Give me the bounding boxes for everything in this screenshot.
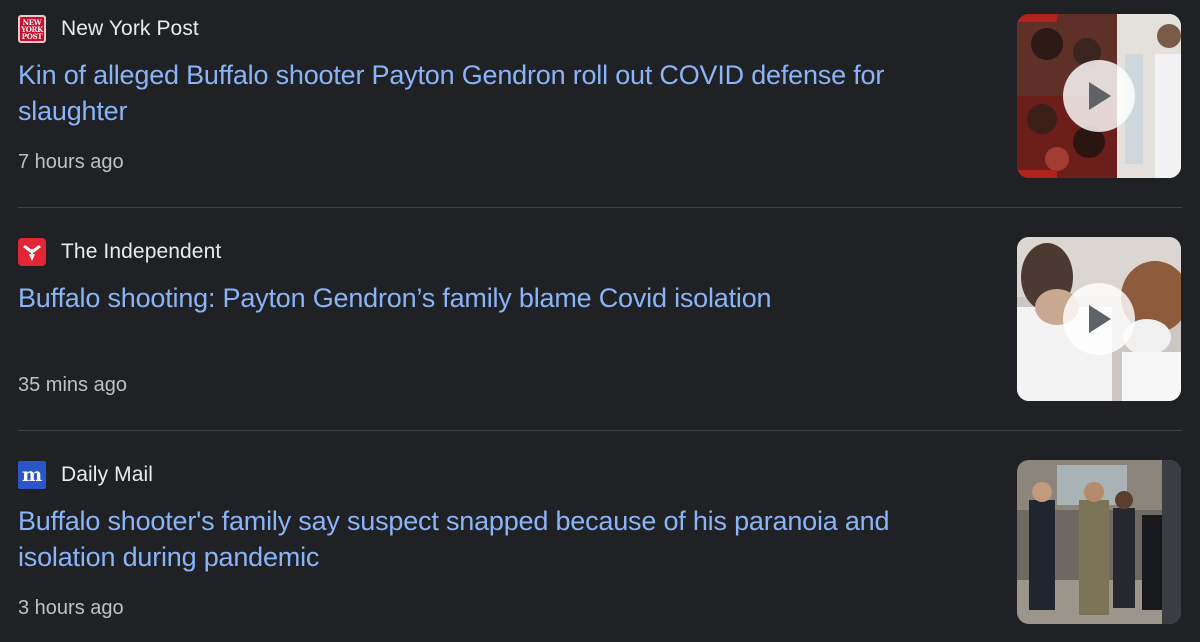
article-timestamp: 35 mins ago	[18, 374, 127, 396]
play-button[interactable]	[1063, 60, 1135, 132]
article-thumbnail[interactable]	[1017, 237, 1181, 401]
article-source: The Independent	[18, 237, 221, 267]
article-headline[interactable]: Buffalo shooter's family say suspect sna…	[18, 503, 978, 575]
thumbnail-image	[1017, 460, 1181, 624]
news-feed: NEW YORK POST New York Post Kin of alleged…	[0, 0, 1200, 642]
play-icon	[1089, 82, 1111, 110]
source-name: The Independent	[61, 240, 222, 263]
article-source: NEW YORK POST New York Post	[18, 14, 199, 44]
article-card[interactable]: The Independent Buffalo shooting: Payton…	[0, 223, 1200, 423]
eagle-icon	[23, 245, 41, 261]
article-card[interactable]: NEW YORK POST New York Post Kin of alleged…	[0, 0, 1200, 200]
article-source: m Daily Mail	[18, 460, 153, 490]
source-name: New York Post	[61, 17, 199, 40]
article-thumbnail[interactable]	[1017, 460, 1181, 624]
article-thumbnail[interactable]	[1017, 14, 1181, 178]
divider	[18, 207, 1182, 208]
article-timestamp: 3 hours ago	[18, 597, 124, 619]
play-button[interactable]	[1063, 283, 1135, 355]
article-timestamp: 7 hours ago	[18, 151, 124, 173]
article-headline[interactable]: Buffalo shooting: Payton Gendron’s famil…	[18, 280, 978, 316]
independent-logo	[18, 238, 46, 266]
article-headline[interactable]: Kin of alleged Buffalo shooter Payton Ge…	[18, 57, 978, 129]
article-card[interactable]: m Daily Mail Buffalo shooter's family sa…	[0, 446, 1200, 642]
play-icon	[1089, 305, 1111, 333]
daily-mail-logo: m	[18, 461, 46, 489]
daily-mail-logo-letter: m	[21, 464, 43, 486]
new-york-post-logo: NEW YORK POST	[18, 15, 46, 43]
divider	[18, 430, 1182, 431]
source-name: Daily Mail	[61, 463, 154, 486]
